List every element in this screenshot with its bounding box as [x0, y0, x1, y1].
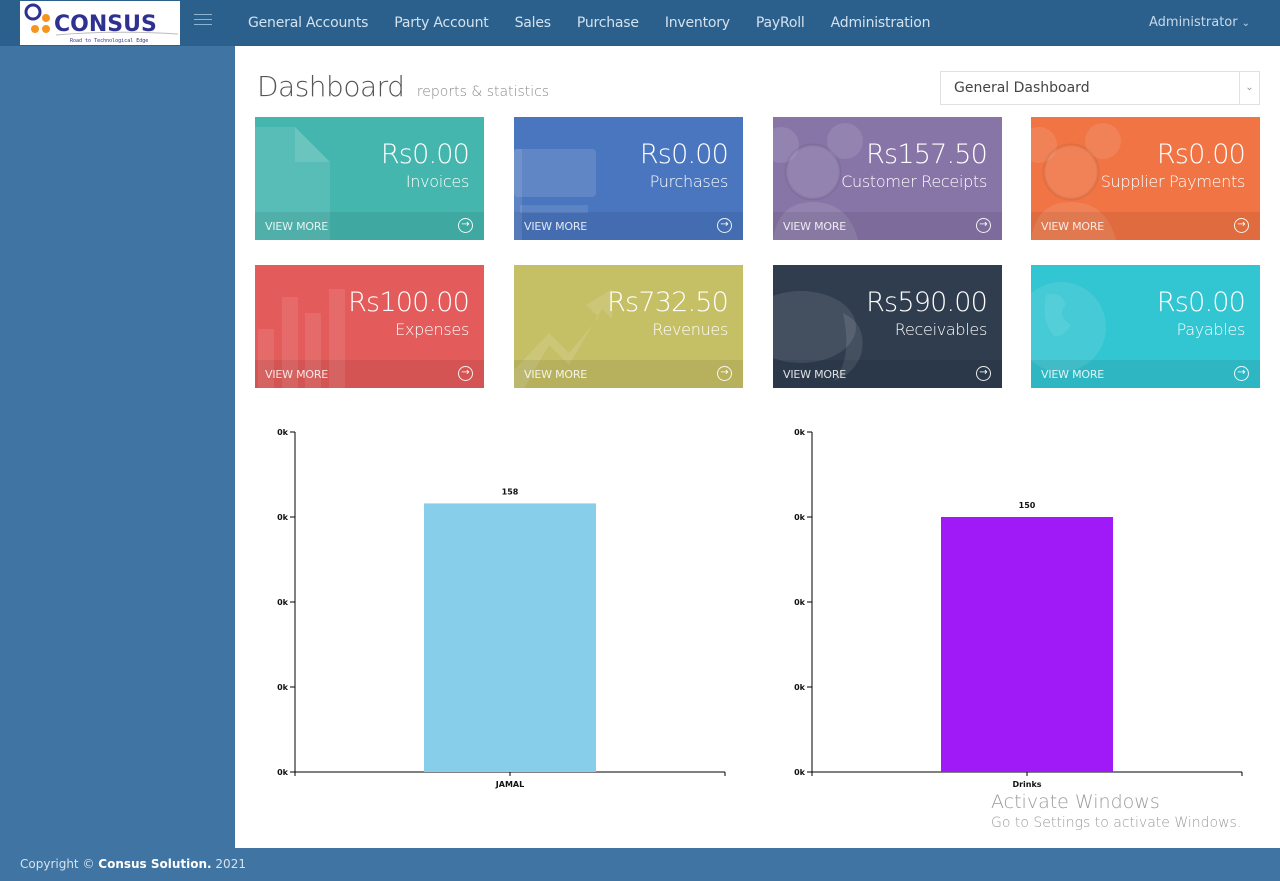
nav-purchase[interactable]: Purchase — [577, 15, 639, 31]
y-tick-label: 0k — [277, 428, 289, 437]
arrow-circle-right-icon: → — [717, 218, 732, 233]
view-more-link[interactable]: VIEW MORE → — [773, 360, 1002, 388]
watermark-title: Activate Windows — [991, 791, 1160, 813]
card-amount: Rs157.50 — [866, 139, 988, 170]
bar-chart-categories: 0k 0k 0k 0k 0k 150 Drinks — [794, 428, 1243, 789]
view-more-link[interactable]: VIEW MORE → — [514, 212, 743, 240]
view-more-link[interactable]: VIEW MORE → — [255, 212, 484, 240]
view-more-text: VIEW MORE — [783, 368, 847, 381]
nav-sales[interactable]: Sales — [515, 15, 551, 31]
bar[interactable] — [941, 517, 1113, 772]
card-amount: Rs0.00 — [1156, 139, 1246, 170]
stat-card-receivables: Rs590.00 Receivables VIEW MORE → — [773, 265, 1002, 388]
stat-card-expenses: Rs100.00 Expenses VIEW MORE → — [255, 265, 484, 388]
card-label: Purchases — [649, 172, 729, 191]
arrow-circle-right-icon: → — [717, 366, 732, 381]
bar-data-label: 158 — [502, 487, 519, 496]
stat-card-customer-receipts: Rs157.50 Customer Receipts VIEW MORE → — [773, 117, 1002, 240]
logo-text: CONSUS — [54, 12, 157, 37]
y-tick-label: 0k — [277, 768, 289, 777]
view-more-link[interactable]: VIEW MORE → — [773, 212, 1002, 240]
card-label: Supplier Payments — [1100, 172, 1246, 191]
card-amount: Rs732.50 — [607, 287, 729, 318]
arrow-circle-right-icon: → — [458, 366, 473, 381]
card-amount: Rs0.00 — [380, 139, 470, 170]
page-title-text: Dashboard — [257, 70, 405, 103]
y-tick-label: 0k — [277, 683, 289, 692]
main-nav: General Accounts Party Account Sales Pur… — [248, 0, 956, 46]
bar-chart-customers: 0k 0k 0k 0k 0k 158 JAMAL — [277, 428, 726, 789]
y-tick-label: 0k — [794, 513, 806, 522]
card-amount: Rs0.00 — [1156, 287, 1246, 318]
arrow-circle-right-icon: → — [1234, 218, 1249, 233]
view-more-link[interactable]: VIEW MORE → — [255, 360, 484, 388]
view-more-link[interactable]: VIEW MORE → — [1031, 212, 1260, 240]
footer-year: 2021 — [211, 857, 246, 871]
chevron-down-icon: ⌄ — [1239, 72, 1259, 104]
view-more-text: VIEW MORE — [1041, 220, 1105, 233]
sidebar-toggle-button[interactable] — [194, 14, 212, 32]
watermark-subtitle: Go to Settings to activate Windows. — [991, 815, 1242, 831]
bar[interactable] — [424, 503, 596, 772]
page-title: Dashboard reports & statistics — [257, 70, 549, 103]
page-subtitle: reports & statistics — [416, 84, 550, 100]
view-more-text: VIEW MORE — [1041, 368, 1105, 381]
sidebar — [0, 46, 235, 848]
activate-windows-watermark: Activate Windows Go to Settings to activ… — [991, 791, 1241, 831]
stat-card-revenues: Rs732.50 Revenues VIEW MORE → — [514, 265, 743, 388]
card-label: Receivables — [894, 320, 987, 339]
stat-card-supplier-payments: Rs0.00 Supplier Payments VIEW MORE → — [1031, 117, 1260, 240]
user-name: Administrator — [1148, 15, 1238, 30]
nav-party-account[interactable]: Party Account — [394, 15, 489, 31]
nav-inventory[interactable]: Inventory — [665, 15, 730, 31]
card-label: Revenues — [652, 320, 728, 339]
y-tick-label: 0k — [794, 428, 806, 437]
hamburger-icon — [194, 14, 212, 15]
footer: Copyright © Consus Solution. 2021 — [20, 857, 246, 871]
card-amount: Rs590.00 — [866, 287, 988, 318]
dashboard-select-value: General Dashboard — [954, 80, 1090, 96]
main-content: Dashboard reports & statistics General D… — [235, 46, 1280, 848]
dashboard-select[interactable]: General Dashboard ⌄ — [940, 71, 1260, 105]
y-tick-label: 0k — [277, 598, 289, 607]
view-more-text: VIEW MORE — [265, 368, 329, 381]
arrow-circle-right-icon: → — [1234, 366, 1249, 381]
bar-data-label: 150 — [1019, 501, 1036, 510]
arrow-circle-right-icon: → — [458, 218, 473, 233]
nav-general-accounts[interactable]: General Accounts — [248, 15, 368, 31]
card-label: Expenses — [395, 320, 469, 339]
x-tick-label: JAMAL — [495, 780, 524, 789]
nav-payroll[interactable]: PayRoll — [756, 15, 805, 31]
user-menu[interactable]: Administrator ⌄ — [1149, 15, 1250, 30]
consus-logo[interactable]: CONSUS Road to Technological Edge — [20, 1, 180, 45]
y-tick-label: 0k — [794, 768, 806, 777]
footer-company: Consus Solution. — [98, 857, 212, 871]
stat-card-payables: Rs0.00 Payables VIEW MORE → — [1031, 265, 1260, 388]
y-tick-label: 0k — [277, 513, 289, 522]
card-amount: Rs0.00 — [639, 139, 729, 170]
view-more-text: VIEW MORE — [265, 220, 329, 233]
x-tick-label: Drinks — [1012, 780, 1041, 789]
view-more-text: VIEW MORE — [524, 220, 588, 233]
stat-card-purchases: Rs0.00 Purchases VIEW MORE → — [514, 117, 743, 240]
y-tick-label: 0k — [794, 598, 806, 607]
arrow-circle-right-icon: → — [976, 366, 991, 381]
stat-card-invoices: Rs0.00 Invoices VIEW MORE → — [255, 117, 484, 240]
top-navbar: CONSUS Road to Technological Edge Genera… — [0, 0, 1280, 46]
arrow-circle-right-icon: → — [976, 218, 991, 233]
card-label: Payables — [1176, 320, 1246, 339]
chevron-down-icon: ⌄ — [1241, 18, 1250, 29]
view-more-text: VIEW MORE — [783, 220, 847, 233]
logo-tagline: Road to Technological Edge — [70, 38, 148, 44]
card-label: Customer Receipts — [841, 172, 987, 191]
view-more-link[interactable]: VIEW MORE → — [1031, 360, 1260, 388]
view-more-text: VIEW MORE — [524, 368, 588, 381]
card-amount: Rs100.00 — [348, 287, 470, 318]
card-label: Invoices — [405, 172, 469, 191]
nav-administration[interactable]: Administration — [831, 15, 931, 31]
y-tick-label: 0k — [794, 683, 806, 692]
footer-copyright: Copyright © — [20, 857, 99, 871]
view-more-link[interactable]: VIEW MORE → — [514, 360, 743, 388]
